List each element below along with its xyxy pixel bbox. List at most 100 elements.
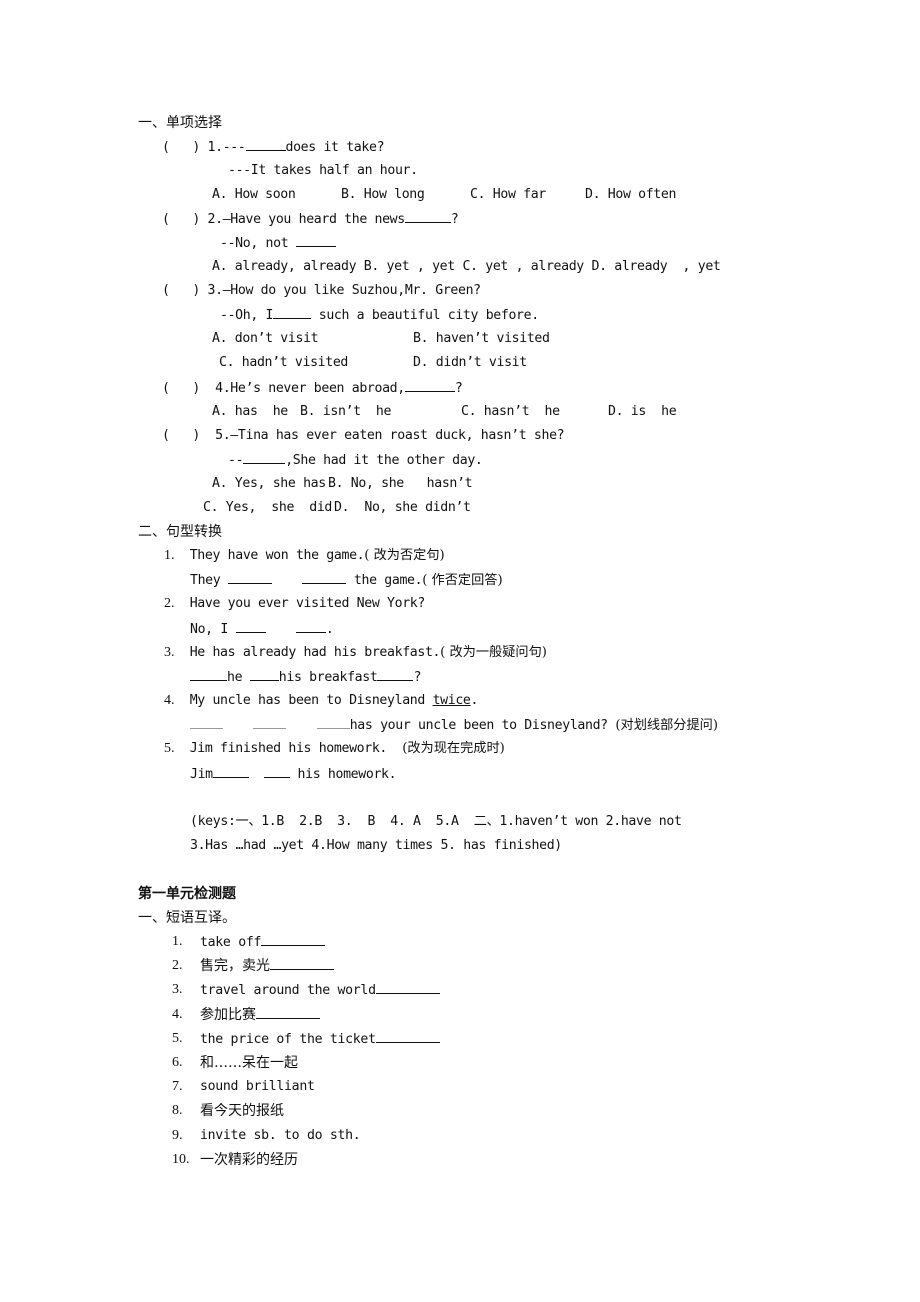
item-sentence-end: . <box>470 693 479 708</box>
item-sentence: Jim finished his homework. <box>189 741 388 756</box>
phrase-text: 一次精彩的经历 <box>200 1151 298 1168</box>
phrase-item-text: the price of the ticket <box>200 1029 440 1050</box>
item-instruction: ( 改为否定句) <box>364 548 445 563</box>
unit-test-title: 第一单元检测题 <box>138 886 236 902</box>
question-2-options: A. already, already B. yet , yet C. yet … <box>212 259 721 274</box>
phrase-item-text: 看今天的报纸 <box>200 1101 284 1121</box>
question-2-text: ( ) 2.—Have you heard the news <box>162 212 405 227</box>
phrase-item-number: 10. <box>172 1151 190 1167</box>
section-title-sentence-transformation: 二、句型转换 <box>138 524 222 540</box>
phrase-item-text: 和……呆在一起 <box>200 1053 298 1073</box>
answer-suffix: has your uncle been to Disneyland? <box>349 718 608 733</box>
answer-blank <box>243 450 286 464</box>
phrase-text: take off <box>200 935 262 950</box>
item-sentence: He has already had his breakfast. <box>189 645 441 660</box>
question-5: ( ) 5.—Tina has ever eaten roast duck, h… <box>162 428 565 443</box>
phrase-item-text: travel around the world <box>200 980 440 1001</box>
phrase-text: invite sb. to do sth. <box>200 1127 361 1143</box>
phrase-item-text: 售完，卖光 <box>200 956 334 976</box>
answer-prefix: They <box>190 573 221 588</box>
transform-item-5: 5. Jim finished his homework. (改为现在完成时) <box>164 739 505 759</box>
question-1-prefix: ( ) 1.--- <box>162 140 246 155</box>
question-4-text: ( ) 4.He’s never been abroad, <box>162 381 405 396</box>
question-3-reply: --Oh, I such a beautiful city before. <box>220 305 539 326</box>
answer-blank <box>404 209 451 223</box>
answer-blank <box>375 980 440 995</box>
document-page: 一、单项选择 ( ) 1.--- does it take? ---It take… <box>0 0 920 1302</box>
question-4-option-b: B. isn’t he <box>300 404 392 419</box>
answer-suffix: his homework. <box>289 767 397 782</box>
underlined-word: twice <box>432 693 471 708</box>
answer-blank <box>212 764 249 778</box>
answer-blank <box>295 619 326 633</box>
question-2-reply-text: --No, not <box>220 236 289 251</box>
answer-blank <box>256 1005 320 1019</box>
question-4-option-d: D. is he <box>608 404 677 419</box>
transform-item-1-answer: They the game.( 作否定回答) <box>190 570 503 591</box>
phrase-item-text: sound brilliant <box>200 1077 315 1097</box>
question-3-option-b: B. haven’t visited <box>413 331 550 346</box>
item-number: 1. <box>164 548 175 563</box>
question-1-text: does it take? <box>285 140 385 155</box>
item-instruction: (对划线部分提问) <box>615 718 718 733</box>
phrase-item-text: take off <box>200 932 326 953</box>
question-3-reply-text: such a beautiful city before. <box>311 308 539 323</box>
answer-word: he <box>227 670 243 685</box>
question-4-option-c: C. hasn’t he <box>461 404 560 419</box>
answer-keys-line-1: (keys:一、1.B 2.B 3. B 4. A 5.A 二、1.haven’… <box>190 814 682 829</box>
phrase-item-text: 参加比赛 <box>200 1005 320 1025</box>
transform-item-2: 2. Have you ever visited New York? <box>164 594 425 614</box>
question-3: ( ) 3.—How do you like Suzhou,Mr. Green? <box>162 283 481 298</box>
phrase-text: 看今天的报纸 <box>200 1103 284 1120</box>
question-5-option-d: D. No, she didn’t <box>334 500 471 515</box>
answer-blank <box>249 667 279 681</box>
transform-item-2-answer: No, I . <box>190 619 334 640</box>
question-5-option-b: B. No, she hasn’t <box>328 476 473 491</box>
answer-blank <box>404 378 455 392</box>
phrase-text: travel around the world <box>200 983 376 999</box>
item-sentence: They have won the game. <box>189 548 365 563</box>
question-2-reply: --No, not <box>220 233 336 254</box>
phrase-item-number: 8. <box>172 1103 183 1119</box>
question-mark: ? <box>450 212 459 227</box>
item-number: 4. <box>164 693 175 708</box>
answer-suffix: . <box>325 622 334 637</box>
answer-blank <box>261 932 326 946</box>
question-1-option-d: D. How often <box>585 187 677 202</box>
question-5-option-c: C. Yes, she did <box>203 500 333 515</box>
item-number: 5. <box>164 741 175 756</box>
phrase-item-number: 2. <box>172 958 183 974</box>
item-sentence: Have you ever visited New York? <box>189 596 426 611</box>
answer-blank <box>375 1029 440 1043</box>
question-5-reply: -- ,She had it the other day. <box>228 450 483 471</box>
answer-blank <box>235 619 266 633</box>
answer-blank <box>263 764 290 778</box>
phrase-item-number: 7. <box>172 1079 183 1095</box>
answer-blank <box>190 715 223 729</box>
answer-prefix: No, I <box>190 622 228 637</box>
question-3-option-c: C. hadn’t visited <box>219 355 349 370</box>
question-3-reply-prefix: --Oh, I <box>220 308 274 323</box>
answer-keys-line-2: 3.Has …had …yet 4.How many times 5. has … <box>190 838 562 853</box>
item-instruction: (改为现在完成时) <box>402 741 505 756</box>
item-instruction: ( 作否定回答) <box>422 573 503 588</box>
question-4: ( ) 4.He’s never been abroad,? <box>162 378 463 399</box>
phrase-item-number: 3. <box>172 982 183 998</box>
phrase-item-text: invite sb. to do sth. <box>200 1126 361 1146</box>
phrase-item-number: 5. <box>172 1030 183 1046</box>
answer-blank <box>377 667 414 681</box>
phrase-item-number: 6. <box>172 1055 183 1070</box>
phrase-item-text: 一次精彩的经历 <box>200 1150 298 1170</box>
transform-item-4-answer: has your uncle been to Disneyland? (对划线部… <box>190 715 718 736</box>
question-4-option-a: A. has he <box>212 404 288 419</box>
phrase-item-number: 9. <box>172 1127 183 1143</box>
question-1-option-c: C. How far <box>470 187 546 202</box>
answer-blank <box>273 305 312 319</box>
item-instruction: ( 改为一般疑问句) <box>440 645 547 660</box>
phrase-item-number: 1. <box>172 934 183 949</box>
phrase-text: 参加比赛 <box>200 1006 256 1023</box>
question-1-reply: ---It takes half an hour. <box>228 163 418 178</box>
answer-blank <box>190 667 227 681</box>
answer-blank <box>227 570 272 584</box>
transform-item-5-answer: Jim his homework. <box>190 764 397 785</box>
